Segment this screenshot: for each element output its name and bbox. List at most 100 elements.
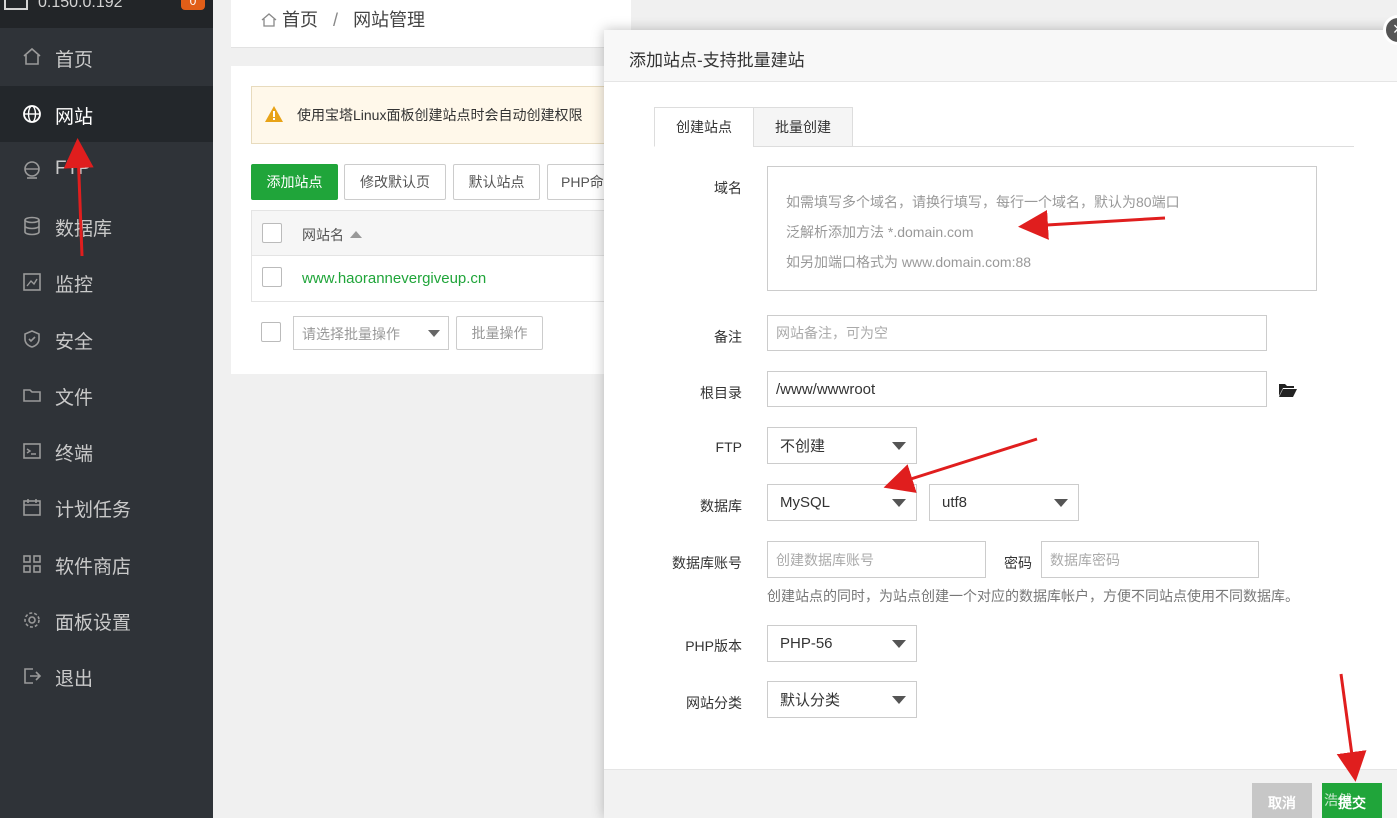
update-badge[interactable]: 0 bbox=[181, 0, 205, 10]
chevron-down-icon bbox=[892, 499, 906, 507]
batch-checkbox[interactable] bbox=[261, 322, 281, 342]
domain-placeholder-line: 如需填写多个域名，请换行填写，每行一个域名，默认为80端口 bbox=[786, 194, 1180, 210]
notice-text: 使用宝塔Linux面板创建站点时会自动创建权限 bbox=[297, 107, 583, 123]
shield-icon bbox=[24, 330, 40, 348]
logout-icon bbox=[24, 668, 42, 684]
domain-textarea[interactable]: 如需填写多个域名，请换行填写，每行一个域名，默认为80端口 泛解析添加方法 *.… bbox=[767, 166, 1317, 291]
chevron-down-icon bbox=[892, 640, 906, 648]
site-category-label: 网站分类 bbox=[686, 695, 742, 711]
home-icon bbox=[261, 13, 277, 27]
warning-icon bbox=[265, 106, 283, 122]
sidebar-item-label: 计划任务 bbox=[55, 500, 132, 521]
site-panel: 使用宝塔Linux面板创建站点时会自动创建权限 添加站点 修改默认页 默认站点 … bbox=[231, 66, 633, 374]
database-charset-select[interactable]: utf8 bbox=[929, 484, 1079, 521]
sidebar-item-label: 软件商店 bbox=[55, 557, 132, 578]
sidebar-item-home[interactable]: 首页 bbox=[0, 29, 213, 85]
database-icon bbox=[24, 216, 40, 236]
remark-label: 备注 bbox=[714, 329, 742, 345]
php-version-label: PHP版本 bbox=[685, 638, 742, 654]
sidebar-item-cron[interactable]: 计划任务 bbox=[0, 479, 213, 535]
tab-create-site[interactable]: 创建站点 bbox=[654, 107, 754, 147]
php-version-select[interactable]: PHP-56 bbox=[767, 625, 917, 662]
sort-asc-icon bbox=[350, 231, 362, 238]
sidebar-item-settings[interactable]: 面板设置 bbox=[0, 592, 213, 648]
sidebar-item-logout[interactable]: 退出 bbox=[0, 648, 213, 704]
cancel-button[interactable]: 取消 bbox=[1252, 783, 1312, 818]
default-site-button[interactable]: 默认站点 bbox=[453, 164, 540, 200]
breadcrumb-bar: 首页 / 网站管理 bbox=[231, 0, 631, 48]
site-table: 网站名 www.haorannevergiveup.cn bbox=[251, 210, 612, 302]
remark-input[interactable]: 网站备注，可为空 bbox=[767, 315, 1267, 351]
sidebar: 0.150.0.192 0 首页 网站 FTP 数据库 监控 安全 文件 终端 … bbox=[0, 0, 213, 818]
terminal-icon bbox=[23, 443, 41, 459]
sidebar-item-database[interactable]: 数据库 bbox=[0, 198, 213, 254]
chevron-down-icon bbox=[892, 696, 906, 704]
edit-default-page-button[interactable]: 修改默认页 bbox=[344, 164, 446, 200]
batch-action-select[interactable]: 请选择批量操作 bbox=[293, 316, 449, 350]
tab-batch-create[interactable]: 批量创建 bbox=[753, 107, 853, 147]
add-site-button[interactable]: 添加站点 bbox=[251, 164, 338, 200]
dialog-title: 添加站点-支持批量建站 bbox=[629, 51, 805, 70]
root-dir-label: 根目录 bbox=[700, 385, 742, 401]
chevron-down-icon bbox=[892, 442, 906, 450]
ftp-select[interactable]: 不创建 bbox=[767, 427, 917, 464]
site-category-select[interactable]: 默认分类 bbox=[767, 681, 917, 718]
notice-banner: 使用宝塔Linux面板创建站点时会自动创建权限 bbox=[251, 86, 611, 144]
select-all-checkbox[interactable] bbox=[262, 223, 282, 243]
breadcrumb-home[interactable]: 首页 bbox=[282, 10, 318, 30]
dialog-tabs: 创建站点 批量创建 bbox=[654, 107, 1354, 147]
ftp-globe-icon bbox=[24, 161, 40, 179]
sidebar-item-label: 终端 bbox=[55, 444, 94, 465]
root-dir-input[interactable]: /www/wwwroot bbox=[767, 371, 1267, 407]
breadcrumb-separator: / bbox=[333, 10, 339, 30]
row-checkbox[interactable] bbox=[262, 267, 282, 287]
sidebar-item-label: FTP bbox=[55, 158, 91, 179]
folder-open-icon[interactable] bbox=[1278, 382, 1298, 398]
chevron-down-icon bbox=[1054, 499, 1068, 507]
add-site-dialog: 添加站点-支持批量建站 创建站点 批量创建 域名 如需填写多个域名，请换行填写，… bbox=[604, 30, 1397, 818]
database-type-select[interactable]: MySQL bbox=[767, 484, 917, 521]
gear-icon bbox=[24, 612, 40, 628]
server-ip: 0.150.0.192 bbox=[38, 0, 123, 11]
sidebar-item-files[interactable]: 文件 bbox=[0, 367, 213, 423]
db-account-label: 数据库账号 bbox=[672, 555, 742, 571]
sidebar-item-label: 监控 bbox=[55, 275, 94, 296]
watermark: 浩然 bbox=[1324, 792, 1352, 808]
home-icon bbox=[23, 47, 41, 65]
dialog-header: 添加站点-支持批量建站 bbox=[604, 30, 1397, 82]
sidebar-item-label: 安全 bbox=[55, 332, 94, 353]
sidebar-item-website[interactable]: 网站 bbox=[0, 86, 213, 142]
db-account-input[interactable]: 创建数据库账号 bbox=[767, 541, 986, 578]
sidebar-item-label: 网站 bbox=[55, 107, 94, 128]
column-header-name[interactable]: 网站名 bbox=[302, 225, 362, 245]
table-header: 网站名 bbox=[252, 211, 612, 256]
monitor-chart-icon bbox=[23, 273, 41, 291]
ftp-label: FTP bbox=[715, 439, 742, 455]
server-icon bbox=[4, 0, 28, 10]
db-hint-text: 创建站点的同时，为站点创建一个对应的数据库帐户，方便不同站点使用不同数据库。 bbox=[767, 588, 1299, 604]
site-link[interactable]: www.haorannevergiveup.cn bbox=[302, 270, 486, 287]
breadcrumb: 首页 / 网站管理 bbox=[261, 6, 425, 32]
sidebar-item-label: 面板设置 bbox=[55, 613, 132, 634]
domain-placeholder-line: 泛解析添加方法 *.domain.com bbox=[786, 224, 974, 240]
calendar-icon bbox=[23, 499, 41, 516]
sidebar-item-label: 退出 bbox=[55, 669, 94, 690]
sidebar-item-label: 数据库 bbox=[55, 219, 113, 240]
globe-icon bbox=[23, 105, 41, 123]
folder-icon bbox=[23, 389, 41, 402]
sidebar-item-label: 首页 bbox=[55, 50, 94, 71]
db-password-input[interactable]: 数据库密码 bbox=[1041, 541, 1259, 578]
sidebar-item-store[interactable]: 软件商店 bbox=[0, 536, 213, 592]
sidebar-item-label: 文件 bbox=[55, 388, 94, 409]
grid-icon bbox=[23, 555, 41, 573]
batch-action-button[interactable]: 批量操作 bbox=[456, 316, 543, 350]
database-label: 数据库 bbox=[700, 498, 742, 514]
sidebar-item-monitor[interactable]: 监控 bbox=[0, 254, 213, 310]
sidebar-item-security[interactable]: 安全 bbox=[0, 311, 213, 367]
dialog-footer: 取消 提交 bbox=[604, 769, 1397, 818]
domain-placeholder-line: 如另加端口格式为 www.domain.com:88 bbox=[786, 254, 1032, 270]
sidebar-item-terminal[interactable]: 终端 bbox=[0, 423, 213, 479]
sidebar-item-ftp[interactable]: FTP bbox=[0, 142, 213, 198]
breadcrumb-current: 网站管理 bbox=[353, 10, 426, 30]
password-label: 密码 bbox=[1004, 555, 1032, 571]
